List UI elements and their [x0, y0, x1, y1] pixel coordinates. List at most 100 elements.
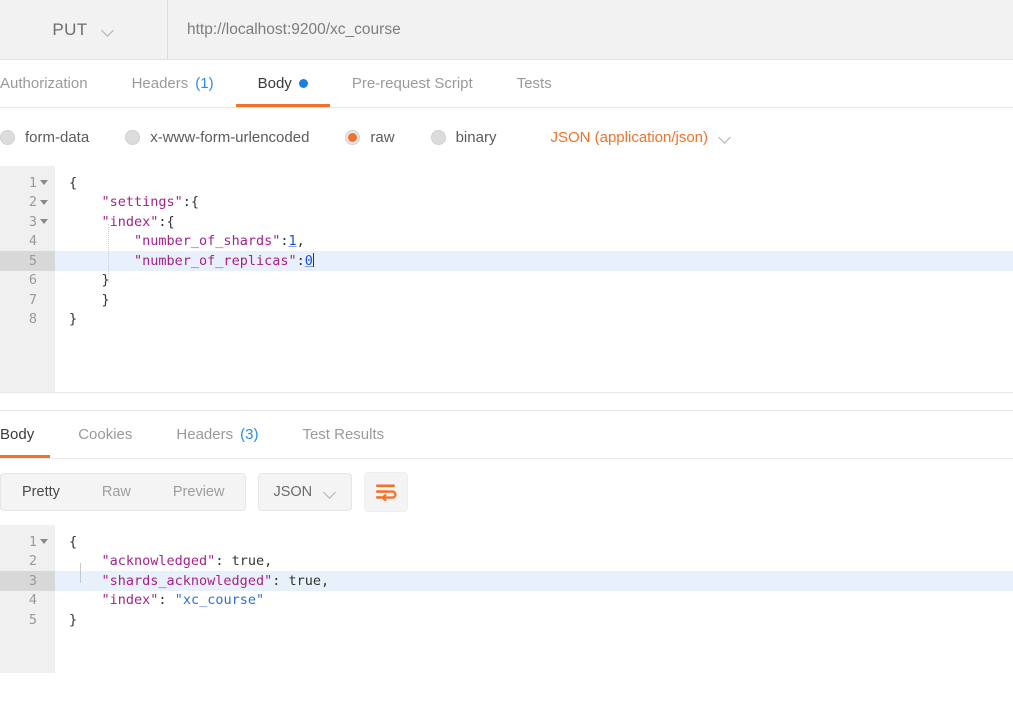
code-line[interactable]: 1{: [0, 532, 1013, 552]
code-token: ,: [264, 553, 273, 570]
line-number: 3: [28, 213, 37, 230]
radio-icon[interactable]: [430, 129, 446, 145]
http-method-select[interactable]: PUT: [0, 0, 168, 59]
body-type-label: form-data: [25, 128, 90, 146]
line-number-cell: 2: [0, 193, 55, 213]
response-tab-body[interactable]: Body: [0, 411, 56, 458]
radio-icon[interactable]: [125, 129, 141, 145]
code-line[interactable]: 6 }: [0, 271, 1013, 291]
line-number-cell: 6: [0, 271, 55, 291]
fold-arrow-icon[interactable]: [37, 539, 50, 544]
code-token: }: [69, 311, 78, 328]
body-type-urlencoded[interactable]: x-www-form-urlencoded: [125, 129, 309, 146]
code-text: "number_of_replicas":0: [55, 252, 314, 269]
line-number: 5: [28, 252, 37, 269]
request-url-input[interactable]: http://localhost:9200/xc_course: [168, 0, 1013, 59]
panel-splitter[interactable]: [0, 393, 1013, 411]
code-line[interactable]: 3 "index":{: [0, 212, 1013, 232]
response-tab-headers[interactable]: Headers (3): [154, 411, 280, 458]
view-mode-pretty[interactable]: Pretty: [1, 474, 81, 510]
request-code-lines[interactable]: 1{2 "settings":{3 "index":{4 "number_of_…: [0, 166, 1013, 329]
code-line[interactable]: 8}: [0, 310, 1013, 330]
response-tab-cookies[interactable]: Cookies: [56, 411, 154, 458]
line-number: 2: [28, 553, 37, 570]
chevron-down-icon: [719, 133, 732, 141]
tab-label: Tests: [516, 75, 552, 92]
line-number-cell: 8: [0, 310, 55, 330]
fold-arrow-icon[interactable]: [37, 219, 50, 224]
view-mode-label: Preview: [172, 484, 225, 500]
code-token: }: [69, 611, 78, 628]
fold-arrow-icon[interactable]: [37, 200, 50, 205]
response-tab-test-results[interactable]: Test Results: [280, 411, 406, 458]
radio-icon[interactable]: [0, 129, 15, 145]
chevron-down-icon: [102, 26, 115, 34]
tab-headers[interactable]: Headers (1): [110, 60, 236, 107]
indent-guide: [80, 563, 81, 583]
word-wrap-icon: [376, 484, 397, 501]
response-view-toolbar: Pretty Raw Preview JSON: [0, 459, 1013, 525]
response-format-select[interactable]: JSON: [258, 473, 353, 511]
body-type-binary[interactable]: binary: [430, 128, 497, 146]
body-type-label: raw: [370, 128, 395, 146]
code-token: 0: [304, 252, 313, 269]
code-text: }: [55, 292, 110, 308]
code-token: :: [296, 252, 305, 269]
code-line[interactable]: 2 "settings":{: [0, 193, 1013, 213]
tab-body[interactable]: Body: [235, 60, 331, 107]
view-mode-preview[interactable]: Preview: [152, 474, 246, 510]
line-number: 6: [28, 272, 37, 289]
code-line[interactable]: 5}: [0, 610, 1013, 630]
code-token: :: [158, 592, 175, 609]
text-caret: [312, 252, 314, 267]
code-line[interactable]: 4 "number_of_shards":1,: [0, 232, 1013, 252]
body-type-raw[interactable]: raw: [345, 128, 395, 146]
request-body-editor[interactable]: 1{2 "settings":{3 "index":{4 "number_of_…: [0, 166, 1013, 393]
tab-label: Body: [257, 75, 292, 92]
code-token: :: [215, 553, 232, 570]
code-text: }: [55, 272, 110, 288]
line-number-cell: 3: [0, 571, 55, 591]
code-token: :{: [158, 213, 175, 230]
tab-label: Headers: [131, 75, 189, 92]
line-number-cell: 1: [0, 173, 55, 193]
tab-label: Headers: [176, 426, 234, 443]
line-number: 1: [28, 174, 37, 191]
fold-arrow-icon[interactable]: [37, 180, 50, 185]
tab-tests[interactable]: Tests: [495, 60, 574, 107]
code-token: :: [272, 572, 289, 589]
line-number: 2: [28, 194, 37, 211]
line-number-cell: 1: [0, 532, 55, 552]
view-mode-raw[interactable]: Raw: [81, 474, 152, 510]
body-type-form-data[interactable]: form-data: [0, 129, 89, 146]
code-line[interactable]: 2 "acknowledged": true,: [0, 552, 1013, 572]
code-token: true: [288, 572, 321, 589]
code-token: ,: [320, 572, 330, 589]
tab-label: Pre-request Script: [351, 75, 473, 92]
code-line[interactable]: 1{: [0, 173, 1013, 193]
content-type-select[interactable]: JSON (application/json): [550, 129, 732, 146]
code-line[interactable]: 4 "index": "xc_course": [0, 591, 1013, 611]
code-line[interactable]: 5 "number_of_replicas":0: [0, 251, 1013, 271]
tab-pre-request-script[interactable]: Pre-request Script: [330, 60, 495, 107]
tab-label: Cookies: [78, 426, 133, 443]
request-tabs: Authorization Headers (1) Body Pre-reque…: [0, 60, 1013, 108]
line-number-cell: 7: [0, 290, 55, 310]
code-text: "acknowledged": true,: [55, 553, 273, 570]
postman-window: PUT http://localhost:9200/xc_course Auth…: [0, 0, 1013, 702]
body-modified-dot-icon: [298, 79, 308, 88]
tab-label: Test Results: [302, 426, 385, 443]
radio-selected-icon[interactable]: [345, 129, 361, 145]
code-token: "xc_course": [174, 592, 265, 609]
body-type-label: binary: [455, 128, 497, 146]
response-body-editor[interactable]: 1{2 "acknowledged": true, 3 "shards_ackno…: [0, 525, 1013, 673]
tab-authorization[interactable]: Authorization: [0, 60, 110, 107]
response-code-lines[interactable]: 1{2 "acknowledged": true, 3 "shards_ackno…: [0, 525, 1013, 630]
code-token: {: [69, 533, 78, 550]
http-method-label: PUT: [52, 19, 88, 39]
code-line[interactable]: 7 }: [0, 290, 1013, 310]
code-token: true: [231, 553, 265, 570]
code-token: "number_of_shards": [134, 233, 281, 250]
code-line[interactable]: 3 "shards_acknowledged": true,: [0, 571, 1013, 591]
word-wrap-toggle-button[interactable]: [364, 472, 409, 512]
